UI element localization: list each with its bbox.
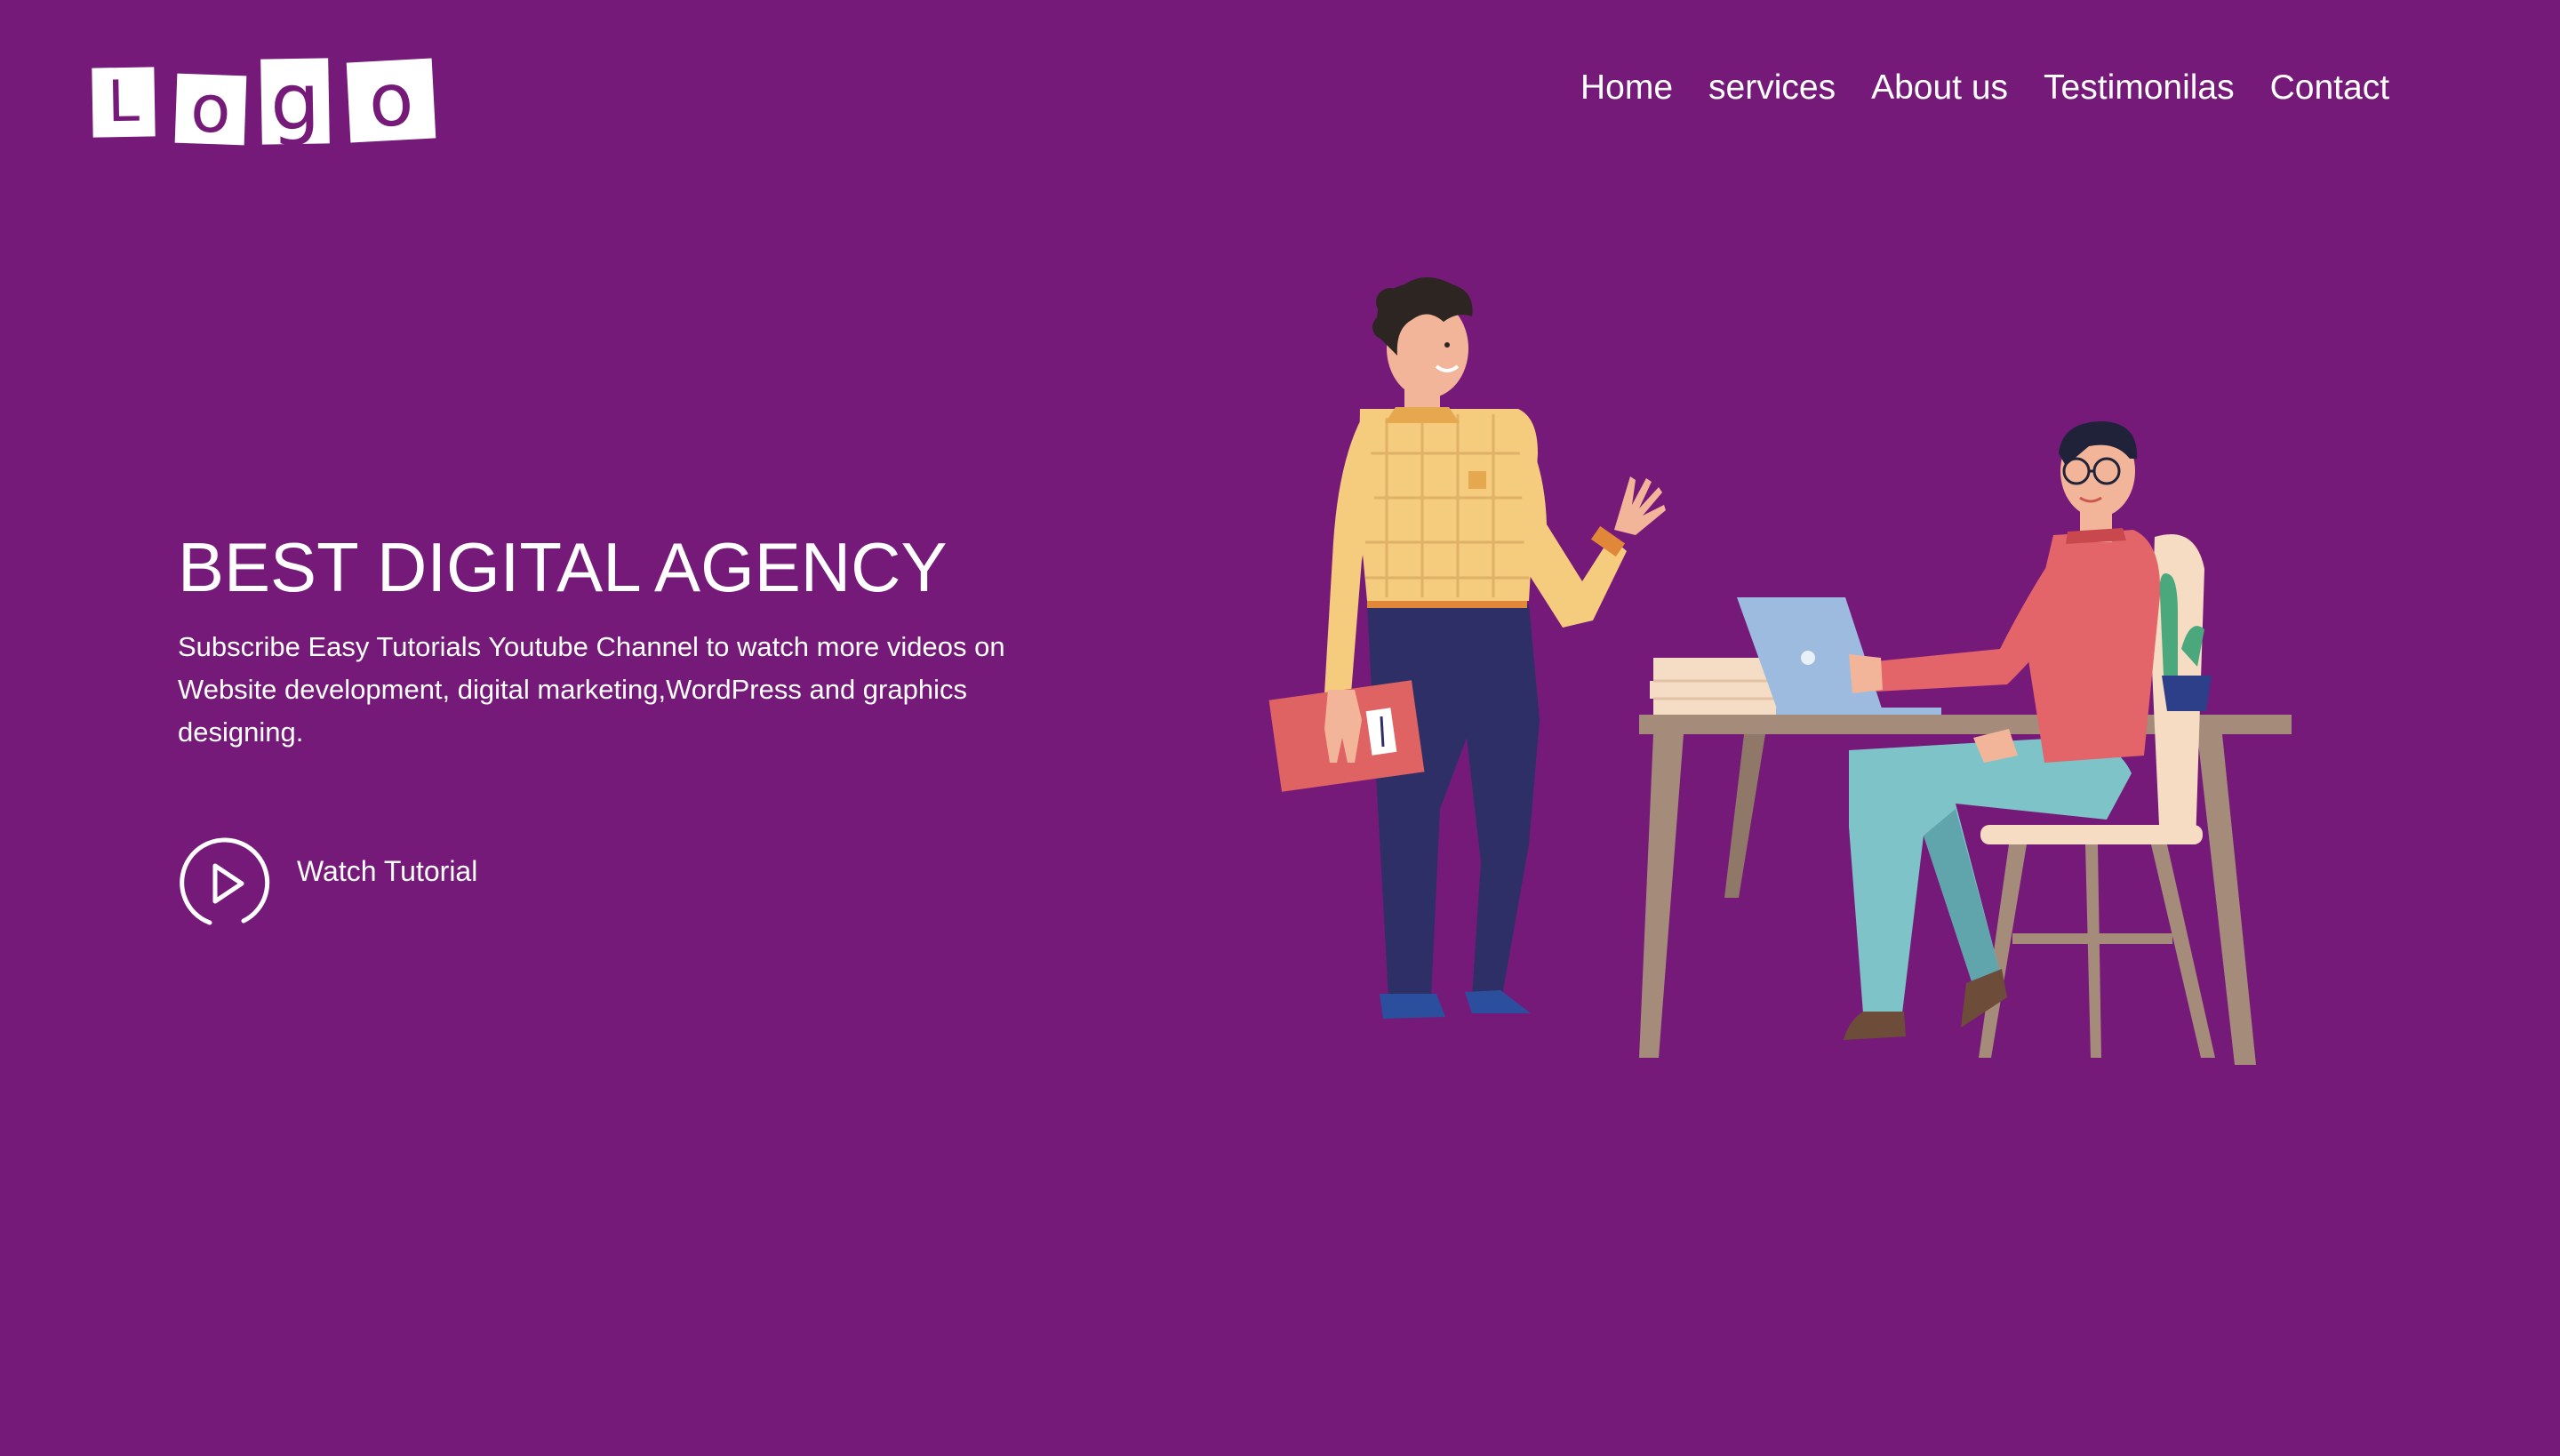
nav-link-contact[interactable]: Contact	[2270, 60, 2389, 116]
watch-tutorial-button[interactable]: Watch Tutorial	[178, 837, 477, 930]
play-circle-icon[interactable]	[178, 837, 270, 930]
nav-link-home[interactable]: Home	[1580, 60, 1673, 116]
nav-link-about-us[interactable]: About us	[1871, 60, 2008, 116]
hero-title: BEST DIGITAL AGENCY	[178, 528, 948, 606]
office-scene-illustration	[1268, 277, 2292, 1065]
nav-link-services[interactable]: services	[1708, 60, 1836, 116]
logo-letter-o-2: o	[346, 57, 436, 144]
standing-man-figure	[1268, 277, 1666, 1019]
watch-tutorial-label: Watch Tutorial	[297, 855, 478, 887]
logo-letter-l: L	[92, 67, 156, 138]
landing-page: L o g o Home services About us Testimoni…	[0, 0, 2560, 1456]
main-nav: Home services About us Testimonilas Cont…	[1580, 60, 2389, 116]
logo-letter-g: g	[260, 55, 330, 148]
hero-section: BEST DIGITAL AGENCY Subscribe Easy Tutor…	[178, 524, 1084, 754]
logo-letter-o: o	[174, 70, 247, 148]
site-logo[interactable]: L o g o	[92, 55, 439, 149]
nav-link-testimonials[interactable]: Testimonilas	[2044, 60, 2235, 116]
hero-description: Subscribe Easy Tutorials Youtube Channel…	[178, 631, 1005, 748]
